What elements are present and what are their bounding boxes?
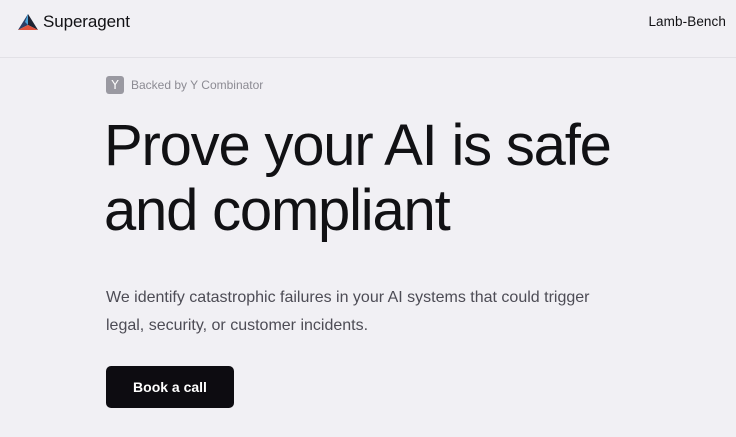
yc-badge-text: Backed by Y Combinator — [131, 78, 264, 92]
brand-name: Superagent — [43, 12, 130, 31]
superagent-logo-icon — [18, 14, 38, 30]
hero-title: Prove your AI is safe and compliant — [104, 113, 724, 244]
hero-title-line-2: and compliant — [104, 177, 451, 243]
home-logo-link[interactable]: Superagent — [16, 12, 130, 32]
yc-badge: Y Backed by Y Combinator — [106, 76, 263, 94]
y-combinator-icon: Y — [106, 76, 124, 94]
site-header: Superagent Lamb-Bench — [0, 0, 736, 58]
nav-link-lamb-bench[interactable]: Lamb-Bench — [648, 14, 726, 29]
landing-page: Superagent Lamb-Bench Y Backed by Y Comb… — [0, 0, 736, 437]
hero-subtitle-line-1: We identify catastrophic failures in you… — [106, 289, 590, 306]
book-a-call-button[interactable]: Book a call — [106, 366, 234, 408]
hero-title-line-1: Prove your AI is safe — [104, 113, 612, 178]
hero-subtitle-line-2: legal, security, or customer incidents. — [106, 317, 369, 334]
hero-subtitle: We identify catastrophic failures in you… — [106, 284, 696, 340]
